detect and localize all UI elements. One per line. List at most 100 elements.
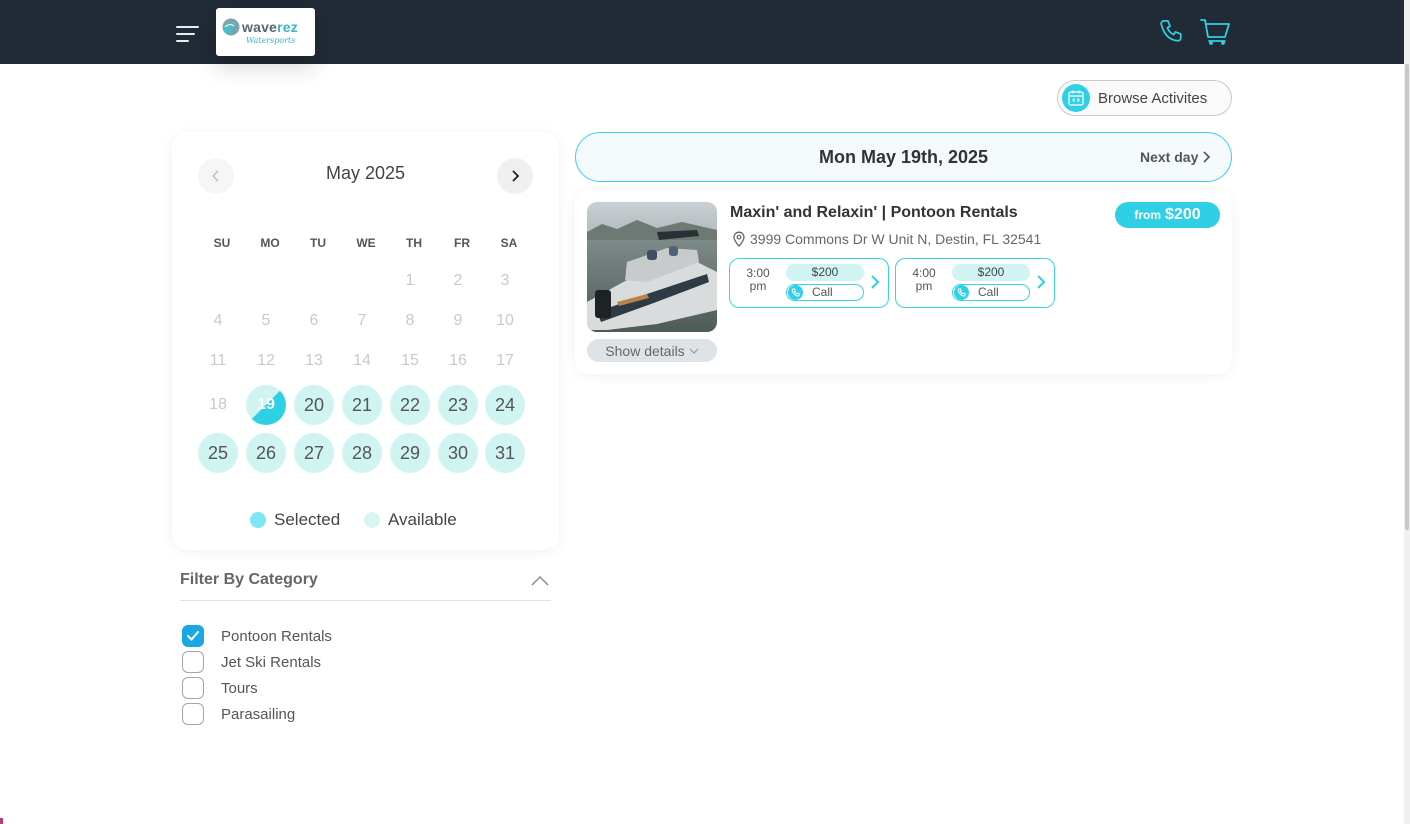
category-checkbox[interactable] (182, 703, 204, 725)
category-label: Parasailing (221, 705, 296, 723)
slot-price: $200 (786, 264, 864, 281)
calendar-day-31[interactable]: 31 (485, 433, 525, 473)
show-details-button[interactable]: Show details (587, 339, 717, 362)
address-text: 3999 Commons Dr W Unit N, Destin, FL 325… (750, 231, 1042, 247)
calendar-day-25[interactable]: 25 (198, 433, 238, 473)
chevron-up-icon[interactable] (530, 574, 550, 592)
category-checkbox[interactable] (182, 651, 204, 673)
category-checkbox[interactable] (182, 677, 204, 699)
calendar-day-8: 8 (405, 312, 415, 329)
chevron-down-icon (689, 348, 699, 354)
slot-call-button[interactable]: Call (952, 284, 1030, 301)
category-checkbox[interactable] (182, 625, 204, 647)
show-details-label: Show details (605, 342, 685, 359)
price-amount: $200 (1165, 206, 1201, 223)
logo-wave-icon (222, 18, 240, 36)
chevron-right-icon (1036, 274, 1046, 295)
weekday-sa: SA (500, 236, 518, 250)
chevron-right-icon (1203, 151, 1211, 163)
legend-selected-label: Selected (274, 510, 341, 529)
weekday-fr: FR (454, 236, 470, 250)
calendar-day-23[interactable]: 23 (438, 385, 478, 425)
price-from-label: from (1134, 208, 1162, 222)
calendar-day-17: 17 (496, 352, 514, 369)
page-edge-marker (0, 818, 3, 824)
slot-time: 4:00 pm (902, 267, 946, 293)
time-slot-1[interactable]: 3:00 pm $200 Call (729, 258, 889, 308)
calendar-day-13: 13 (305, 352, 323, 369)
calendar-day-4: 4 (213, 312, 223, 329)
slot-call-label: Call (812, 285, 833, 299)
calendar-day-26[interactable]: 26 (246, 433, 286, 473)
phone-icon (788, 285, 803, 300)
phone-icon (954, 285, 969, 300)
date-bar: Mon May 19th, 2025 Next day (575, 132, 1232, 182)
scrollbar-thumb[interactable] (1405, 64, 1409, 530)
weekday-tu: TU (310, 236, 326, 250)
current-date: Mon May 19th, 2025 (818, 147, 989, 167)
calendar-code-icon (1062, 84, 1090, 112)
time-slot-2[interactable]: 4:00 pm $200 Call (895, 258, 1055, 308)
checkmark-icon (187, 631, 199, 641)
activity-title[interactable]: Maxin' and Relaxin' | Pontoon Rentals (730, 204, 1018, 222)
logo-subtitle: Watersports (246, 36, 296, 45)
slot-time-period: pm (915, 279, 933, 293)
chevron-right-icon (870, 274, 880, 295)
legend-available-swatch (364, 512, 380, 528)
calendar-day-29[interactable]: 29 (390, 433, 430, 473)
menu-icon[interactable] (176, 24, 200, 44)
calendar-day-5: 5 (261, 312, 271, 329)
calendar-day-19[interactable]: 19 (246, 385, 286, 425)
category-label: Tours (221, 679, 258, 697)
brand-logo[interactable]: waverez Watersports (216, 8, 315, 56)
category-parasailing[interactable]: Parasailing (182, 703, 295, 725)
slot-time: 3:00 pm (736, 267, 780, 293)
calendar-day-24[interactable]: 24 (485, 385, 525, 425)
calendar-day-30[interactable]: 30 (438, 433, 478, 473)
browse-activities-button[interactable]: Browse Activites (1057, 80, 1232, 116)
calendar-day-10: 10 (496, 312, 514, 329)
legend-selected-swatch (250, 512, 266, 528)
calendar-day-9: 9 (453, 312, 463, 329)
slot-price: $200 (952, 264, 1030, 281)
chevron-right-icon (512, 170, 520, 182)
category-jet-ski-rentals[interactable]: Jet Ski Rentals (182, 651, 321, 673)
legend-available: Available (364, 510, 457, 530)
category-tours[interactable]: Tours (182, 677, 258, 699)
calendar-day-21[interactable]: 21 (342, 385, 382, 425)
activity-card: Show details Maxin' and Relaxin' | Ponto… (575, 190, 1232, 374)
cart-icon[interactable] (1200, 17, 1232, 52)
calendar-day-27[interactable]: 27 (294, 433, 334, 473)
calendar-day-7: 7 (357, 312, 367, 329)
weekday-th: TH (406, 236, 422, 250)
calendar-day-28[interactable]: 28 (342, 433, 382, 473)
category-pontoon-rentals[interactable]: Pontoon Rentals (182, 625, 332, 647)
calendar-day-14: 14 (353, 352, 371, 369)
next-day-label: Next day (1140, 149, 1199, 165)
next-day-button[interactable]: Next day (1140, 149, 1211, 165)
activity-photo[interactable] (587, 202, 717, 332)
browse-activities-label: Browse Activites (1098, 90, 1208, 107)
calendar-day-2: 2 (453, 272, 463, 289)
slot-call-button[interactable]: Call (786, 284, 864, 301)
location-pin-icon (733, 231, 745, 247)
calendar-day-18: 18 (209, 396, 227, 413)
calendar-day-6: 6 (309, 312, 319, 329)
logo-wordmark: waverez (242, 19, 298, 35)
calendar-day-3: 3 (500, 272, 510, 289)
calendar-day-20[interactable]: 20 (294, 385, 334, 425)
weekday-mo: MO (260, 236, 280, 250)
activity-address: 3999 Commons Dr W Unit N, Destin, FL 325… (732, 231, 1041, 247)
legend-available-label: Available (388, 510, 457, 529)
slot-time-period: pm (749, 279, 767, 293)
calendar-day-22[interactable]: 22 (390, 385, 430, 425)
next-month-button[interactable] (497, 158, 533, 194)
top-navbar: waverez Watersports (0, 0, 1404, 64)
category-label: Jet Ski Rentals (221, 653, 322, 671)
calendar-card: May 2025 SU MO TU WE TH FR SA 1 2 3 4 5 6 7 8 9 10 11 12 1… (172, 132, 559, 550)
calendar-day-12: 12 (257, 352, 275, 369)
phone-icon[interactable] (1158, 18, 1186, 51)
filter-title: Filter By Category (180, 571, 318, 588)
legend-selected: Selected (250, 510, 340, 530)
slot-call-label: Call (978, 285, 999, 299)
